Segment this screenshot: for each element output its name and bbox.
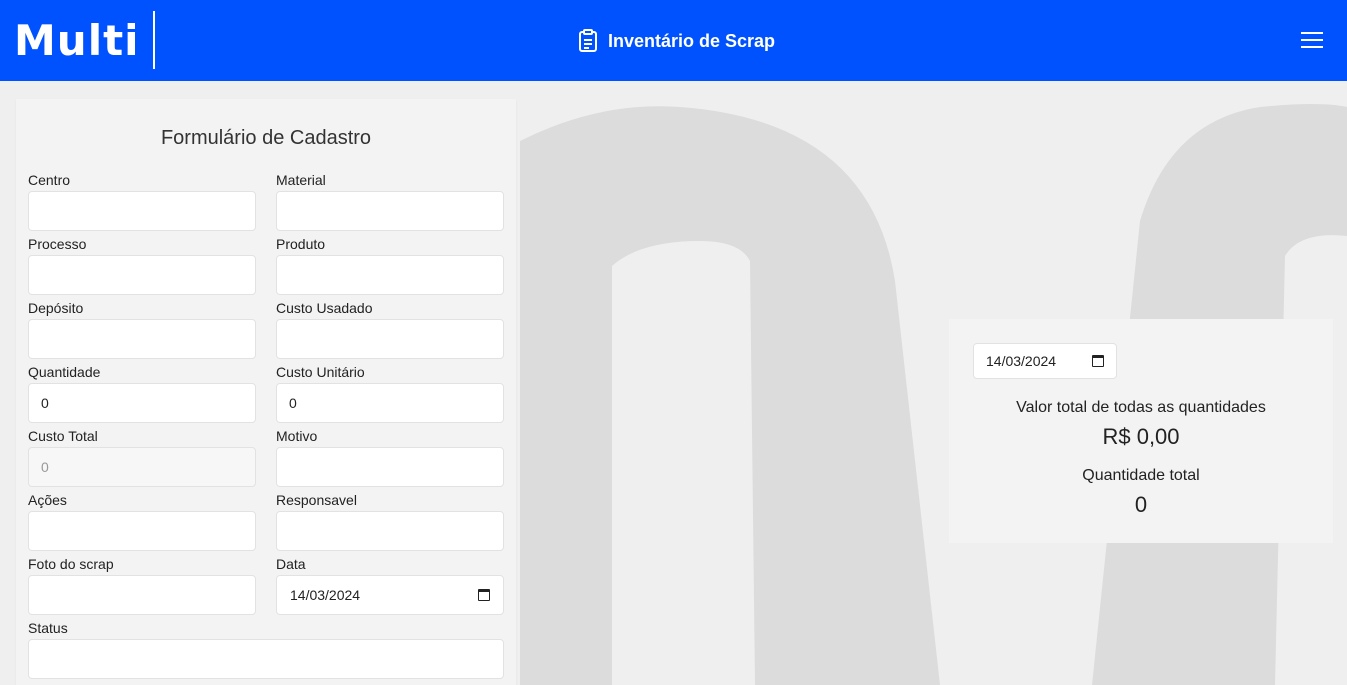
produto-input[interactable] (276, 255, 504, 295)
produto-label: Produto (276, 236, 326, 252)
calendar-icon[interactable] (1092, 355, 1104, 367)
quantidade-label: Quantidade (28, 364, 101, 380)
total-value-label: Valor total de todas as quantidades (1016, 399, 1266, 416)
motivo-input[interactable] (276, 447, 504, 487)
total-qty: 0 (1134, 492, 1148, 517)
total-value: R$ 0,00 (1102, 424, 1180, 449)
data-label: Data (276, 556, 306, 572)
responsavel-input[interactable] (276, 511, 504, 551)
custo-unitario-label: Custo Unitário (276, 364, 365, 380)
centro-label: Centro (28, 172, 71, 188)
processo-input[interactable] (28, 255, 256, 295)
custo-unitario-input[interactable] (276, 383, 504, 423)
foto-input[interactable] (28, 575, 256, 615)
custo-usadado-input[interactable] (276, 319, 504, 359)
hamburger-menu-icon[interactable] (1301, 32, 1323, 50)
multi-logo[interactable]: Multi (14, 12, 140, 68)
clipboard-list-icon (579, 29, 597, 52)
data-date-value: 14/03/2024 (290, 587, 361, 603)
logo-text: Multi (14, 15, 140, 65)
form-title: Formulário de Cadastro (160, 127, 372, 149)
custo-usadado-label: Custo Usadado (276, 300, 373, 316)
summary-date-value: 14/03/2024 (986, 353, 1057, 369)
logo-divider (153, 11, 155, 69)
acoes-label: Ações (28, 492, 67, 508)
custo-total-label: Custo Total (28, 428, 98, 444)
calendar-icon[interactable] (478, 589, 490, 601)
material-input[interactable] (276, 191, 504, 231)
centro-input[interactable] (28, 191, 256, 231)
material-label: Material (276, 172, 326, 188)
responsavel-label: Responsavel (276, 492, 357, 508)
deposito-input[interactable] (28, 319, 256, 359)
custo-total-input (28, 447, 256, 487)
top-navbar: Multi Inventário de Scrap (0, 0, 1347, 81)
page-title-group: Inventário de Scrap (578, 29, 775, 53)
processo-label: Processo (28, 236, 87, 252)
status-label: Status (28, 620, 68, 636)
acoes-input[interactable] (28, 511, 256, 551)
summary-date-input[interactable]: 14/03/2024 (973, 343, 1117, 379)
motivo-label: Motivo (276, 428, 318, 444)
foto-label: Foto do scrap (28, 556, 114, 572)
deposito-label: Depósito (28, 300, 84, 316)
data-date-input[interactable]: 14/03/2024 (276, 575, 504, 615)
page-title: Inventário de Scrap (608, 30, 776, 51)
quantidade-input[interactable] (28, 383, 256, 423)
status-input[interactable] (28, 639, 504, 679)
total-qty-label: Quantidade total (1082, 467, 1200, 484)
